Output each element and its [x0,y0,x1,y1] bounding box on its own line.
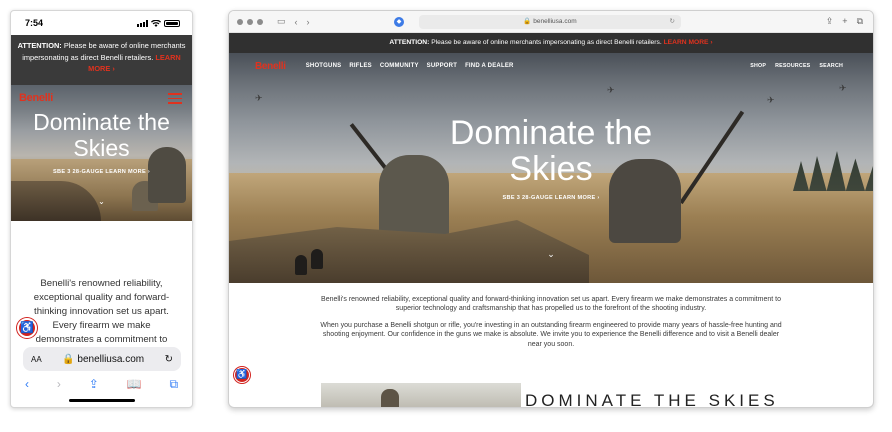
attention-banner: ATTENTION: Please be aware of online mer… [229,33,873,53]
back-icon[interactable]: ‹ [25,377,29,391]
home-indicator [69,399,135,402]
stage: 7:54 ATTENTION: Please be aware of onlin… [0,0,892,432]
sidebar-icon[interactable]: ▭ [277,16,286,27]
hero-title: Dominate the Skies [33,109,170,161]
nav-find-a-dealer[interactable]: FIND A DEALER [465,63,514,69]
hero-learn-more-link[interactable]: SBE 3 28-GAUGE LEARN MORE › [229,195,873,201]
menu-icon[interactable] [168,93,182,107]
accessibility-icon[interactable]: ♿ [234,367,250,383]
hero-learn-more-link[interactable]: SBE 3 28-GAUGE LEARN MORE › [11,169,192,175]
address-bar[interactable]: AA 🔒 benelliusa.com ↻ [23,347,181,371]
attention-banner: ATTENTION: Please be aware of online mer… [11,35,192,85]
extension-icon[interactable]: ◆ [394,17,404,27]
hero-title: Dominate the Skies [449,114,653,188]
chevron-down-icon[interactable]: ⌄ [11,197,192,206]
battery-icon [164,19,180,27]
intro-paragraph-1: Benelli's renowned reliability, exceptio… [321,296,781,313]
attention-text: Please be aware of online merchants impe… [431,39,662,46]
reload-icon[interactable]: ↻ [165,354,173,365]
safari-toolbar: ‹ › ⇪ 📖 ⧉ [11,373,192,395]
attention-label: ATTENTION: [389,39,430,46]
share-icon[interactable]: ⇪ [89,377,99,391]
chevron-down-icon[interactable]: ⌄ [229,249,873,260]
promo-title: DOMINATE THE SKIES [525,391,779,408]
promo-image [321,383,521,407]
reader-options-button[interactable]: AA [31,355,42,364]
back-icon[interactable]: ‹ [295,17,298,27]
window-controls[interactable] [237,18,263,25]
address-bar-url: 🔒 benelliusa.com [523,18,577,25]
status-time: 7:54 [25,18,44,28]
status-bar: 7:54 [11,11,192,35]
signal-icon [137,19,148,27]
nav-community[interactable]: COMMUNITY [380,63,419,69]
intro-text: Benelli's renowned reliability, exceptio… [33,278,170,359]
mobile-browser: 7:54 ATTENTION: Please be aware of onlin… [10,10,193,408]
nav-resources[interactable]: RESOURCES [775,63,810,69]
intro-text: Benelli's renowned reliability, exceptio… [317,295,785,349]
nav-search[interactable]: SEARCH [819,63,843,69]
benelli-logo[interactable]: Benelli [255,61,286,72]
reload-icon[interactable]: ↻ [670,15,675,29]
nav-rifles[interactable]: RIFLES [349,63,372,69]
plus-icon[interactable]: + [842,16,847,27]
share-icon[interactable]: ⇪ [826,16,834,27]
tabs-icon[interactable]: ⧉ [857,16,863,27]
wifi-icon [151,19,161,27]
hero-banner: ✈ ✈ ✈ ✈ Benelli SHOTGUNS RIFLES COMMUNIT… [229,53,873,283]
browser-chrome: ▭ ‹ › ◆ 🔒 benelliusa.com ↻ ⇪ + ⧉ [229,11,873,33]
nav-shop[interactable]: SHOP [750,63,766,69]
address-bar[interactable]: 🔒 benelliusa.com ↻ [419,15,681,29]
accessibility-icon[interactable]: ♿ [17,318,37,338]
main-nav: Benelli SHOTGUNS RIFLES COMMUNITY SUPPOR… [229,53,873,79]
nav-shotguns[interactable]: SHOTGUNS [306,63,342,69]
intro-paragraph-2: When you purchase a Benelli shotgun or r… [320,321,782,348]
forward-icon[interactable]: › [307,17,310,27]
address-bar-url: 🔒 benelliusa.com [62,353,145,365]
tabs-icon[interactable]: ⧉ [169,377,178,392]
desktop-browser: ▭ ‹ › ◆ 🔒 benelliusa.com ↻ ⇪ + ⧉ ATTENTI… [228,10,874,408]
nav-support[interactable]: SUPPORT [427,63,457,69]
attention-learn-more-link[interactable]: LEARN MORE › [664,39,713,46]
attention-label: ATTENTION: [17,41,62,50]
hero-banner: Benelli Dominate the Skies SBE 3 28-GAUG… [11,85,192,221]
benelli-logo[interactable]: Benelli [19,92,53,104]
bookmarks-icon[interactable]: 📖 [127,377,142,391]
forward-icon[interactable]: › [57,377,61,391]
